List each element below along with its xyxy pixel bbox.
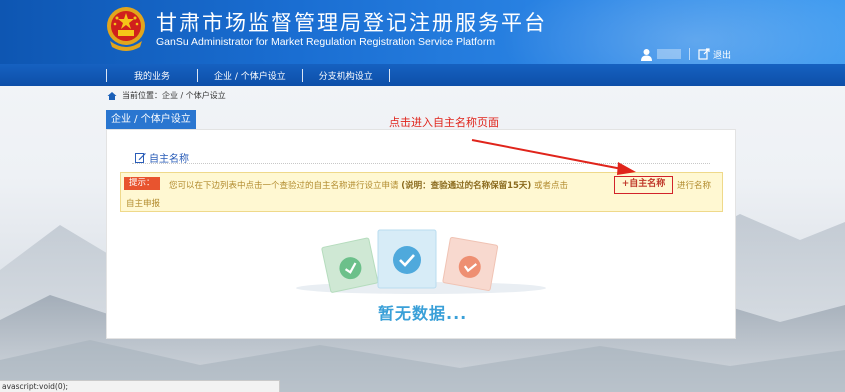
site-title: 甘肃市场监督管理局登记注册服务平台: [156, 11, 547, 35]
nav-item-enterprise-setup[interactable]: 企业 / 个体户设立: [198, 69, 302, 82]
user-area: 退出: [640, 46, 731, 62]
breadcrumb: 当前位置：企业 / 个体户设立: [107, 90, 226, 101]
browser-status-bar: avascript:void(0);: [0, 380, 280, 392]
edit-icon: [135, 153, 146, 163]
logout-icon: [698, 48, 710, 60]
logout-label: 退出: [713, 50, 732, 61]
home-icon: [107, 91, 117, 100]
tip-text-line2: 自主申报: [126, 199, 161, 209]
breadcrumb-text: 当前位置：企业 / 个体户设立: [122, 91, 226, 100]
nav-item-branch-setup[interactable]: 分支机构设立: [303, 69, 389, 82]
user-name[interactable]: [657, 49, 681, 59]
empty-state-text: 暂无数据...: [378, 304, 468, 323]
add-custom-name-button[interactable]: +自主名称: [614, 176, 673, 194]
main-nav: 我的业务 企业 / 个体户设立 分支机构设立: [0, 64, 845, 86]
annotation-text: 点击进入自主名称页面: [389, 116, 499, 129]
panel-tab[interactable]: 企业 / 个体户设立: [106, 110, 196, 129]
site-header: 甘肃市场监督管理局登记注册服务平台 GanSu Administrator fo…: [0, 0, 845, 64]
annotation-arrow: [471, 139, 636, 175]
header-divider: [689, 48, 690, 60]
tip-text-bold: (说明：查验通过的名称保留15天): [401, 181, 532, 191]
user-icon[interactable]: [640, 48, 653, 61]
tip-text: 您可以在下边列表中点击一个查验过的自主名称进行设立申请 (说明：查验通过的名称保…: [169, 179, 568, 191]
logout-link[interactable]: 退出: [698, 48, 731, 61]
national-emblem-icon: [107, 7, 145, 51]
nav-divider: [388, 68, 390, 82]
site-subtitle: GanSu Administrator for Market Regulatio…: [156, 36, 496, 48]
tip-text-mid: 或者点击: [534, 181, 569, 191]
nav-item-my-business[interactable]: 我的业务: [107, 69, 197, 82]
tip-badge: 提示：: [124, 177, 160, 190]
tip-text-after: 进行名称: [677, 181, 712, 191]
tip-text-before: 您可以在下边列表中点击一个查验过的自主名称进行设立申请: [169, 181, 399, 191]
